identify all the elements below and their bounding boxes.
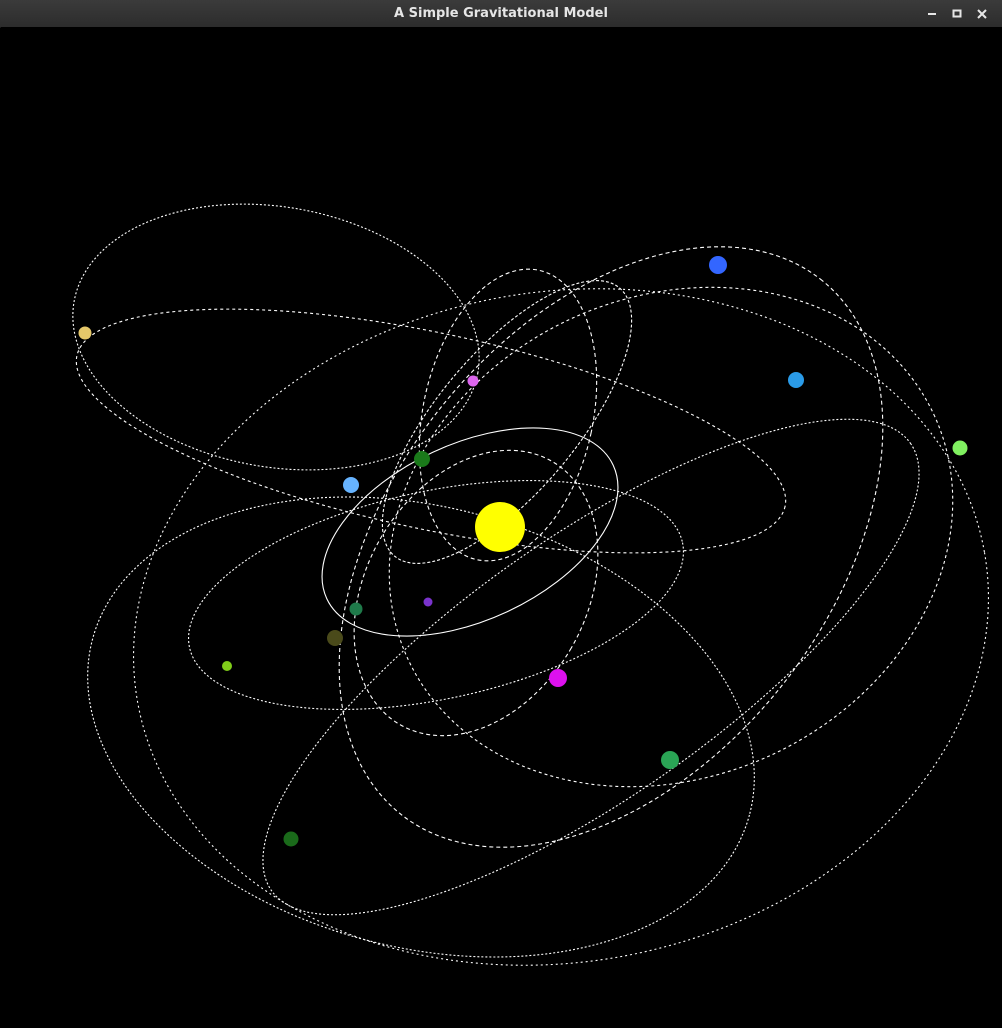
sun[interactable] — [475, 502, 525, 552]
orbit-path — [338, 246, 884, 848]
body-green[interactable] — [661, 751, 679, 769]
body-lime[interactable] — [222, 661, 232, 671]
body-forest-green[interactable] — [283, 831, 299, 847]
orbit-path — [87, 496, 755, 958]
simulation-svg — [72, 203, 989, 966]
title-bar[interactable]: A Simple Gravitational Model — [0, 0, 1002, 28]
window-title: A Simple Gravitational Model — [394, 6, 608, 21]
close-icon — [977, 9, 987, 19]
orbit-path — [133, 288, 989, 966]
orbit-path — [388, 286, 954, 788]
body-sky-blue[interactable] — [788, 372, 804, 388]
simulation-canvas[interactable] — [1, 27, 1002, 1027]
minimize-icon — [928, 13, 936, 15]
body-gold[interactable] — [78, 326, 92, 340]
maximize-button[interactable] — [947, 4, 967, 23]
close-button[interactable] — [972, 4, 992, 23]
body-light-blue[interactable] — [343, 477, 359, 493]
minimize-button[interactable] — [922, 4, 942, 23]
body-magenta[interactable] — [549, 669, 567, 687]
body-blue[interactable] — [709, 256, 727, 274]
maximize-icon — [952, 9, 962, 18]
body-lavender[interactable] — [467, 375, 479, 387]
body-dark-green[interactable] — [414, 451, 430, 467]
body-purple[interactable] — [423, 597, 433, 607]
app-window: A Simple Gravitational Model — [0, 0, 1002, 1028]
orbit-path — [75, 308, 787, 554]
body-olive[interactable] — [327, 630, 343, 646]
orbit-path — [353, 449, 599, 737]
body-light-green[interactable] — [952, 440, 968, 456]
body-teal-green[interactable] — [349, 602, 363, 616]
